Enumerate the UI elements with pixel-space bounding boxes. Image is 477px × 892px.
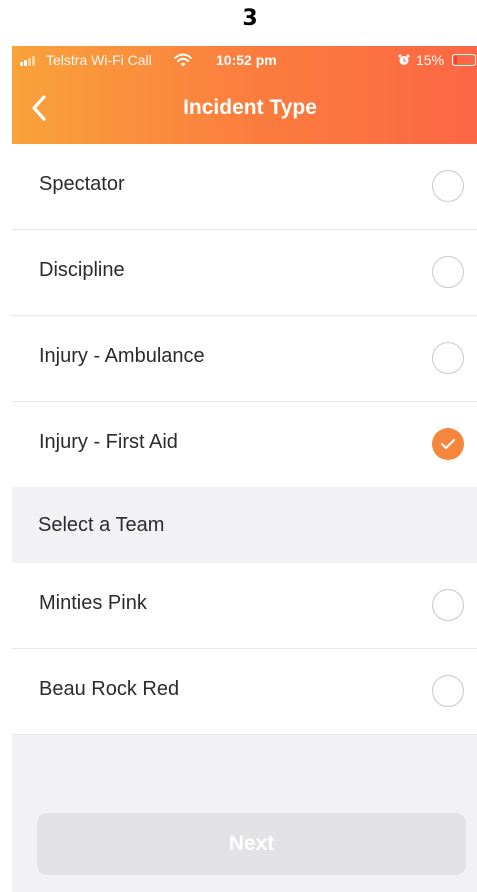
option-label: Discipline [39,259,125,281]
option-label: Injury - First Aid [39,431,178,453]
option-row-discipline[interactable]: Discipline [12,230,477,316]
page-title: Incident Type [183,96,317,119]
alarm-icon [398,54,410,65]
section-title: Select a Team [38,514,165,536]
radio-unchecked[interactable] [432,342,464,374]
radio-unchecked[interactable] [432,589,464,621]
header-bar: Telstra Wi-Fi Call 10:52 pm 15% Incident… [12,46,477,144]
option-row-injury-ambulance[interactable]: Injury - Ambulance [12,316,477,402]
status-bar: Telstra Wi-Fi Call 10:52 pm 15% [12,46,477,76]
option-row-minties-pink[interactable]: Minties Pink [12,563,477,649]
battery-icon [452,54,476,66]
option-row-beau-rock-red[interactable]: Beau Rock Red [12,649,477,735]
incident-type-list: Spectator Discipline Injury - Ambulance … [12,144,477,488]
step-number: 3 [242,6,258,31]
radio-unchecked[interactable] [432,170,464,202]
option-label: Beau Rock Red [39,678,180,700]
carrier-label: Telstra Wi-Fi Call [46,52,152,68]
team-section-header: Select a Team [12,487,477,563]
radio-checked[interactable] [432,428,464,460]
wifi-icon [174,53,192,67]
checkmark-icon [441,439,455,449]
option-label: Spectator [39,173,125,195]
status-time: 10:52 pm [216,52,277,68]
battery-percentage: 15% [416,52,445,68]
radio-unchecked[interactable] [432,675,464,707]
option-label: Injury - Ambulance [39,345,205,367]
next-button[interactable]: Next [37,813,466,875]
option-row-injury-first-aid[interactable]: Injury - First Aid [12,402,477,488]
radio-unchecked[interactable] [432,256,464,288]
option-row-spectator[interactable]: Spectator [12,144,477,230]
phone-screen: Telstra Wi-Fi Call 10:52 pm 15% Incident… [12,46,477,892]
team-list: Minties Pink Beau Rock Red [12,563,477,735]
option-label: Minties Pink [39,592,147,614]
signal-strength-icon [20,56,40,66]
